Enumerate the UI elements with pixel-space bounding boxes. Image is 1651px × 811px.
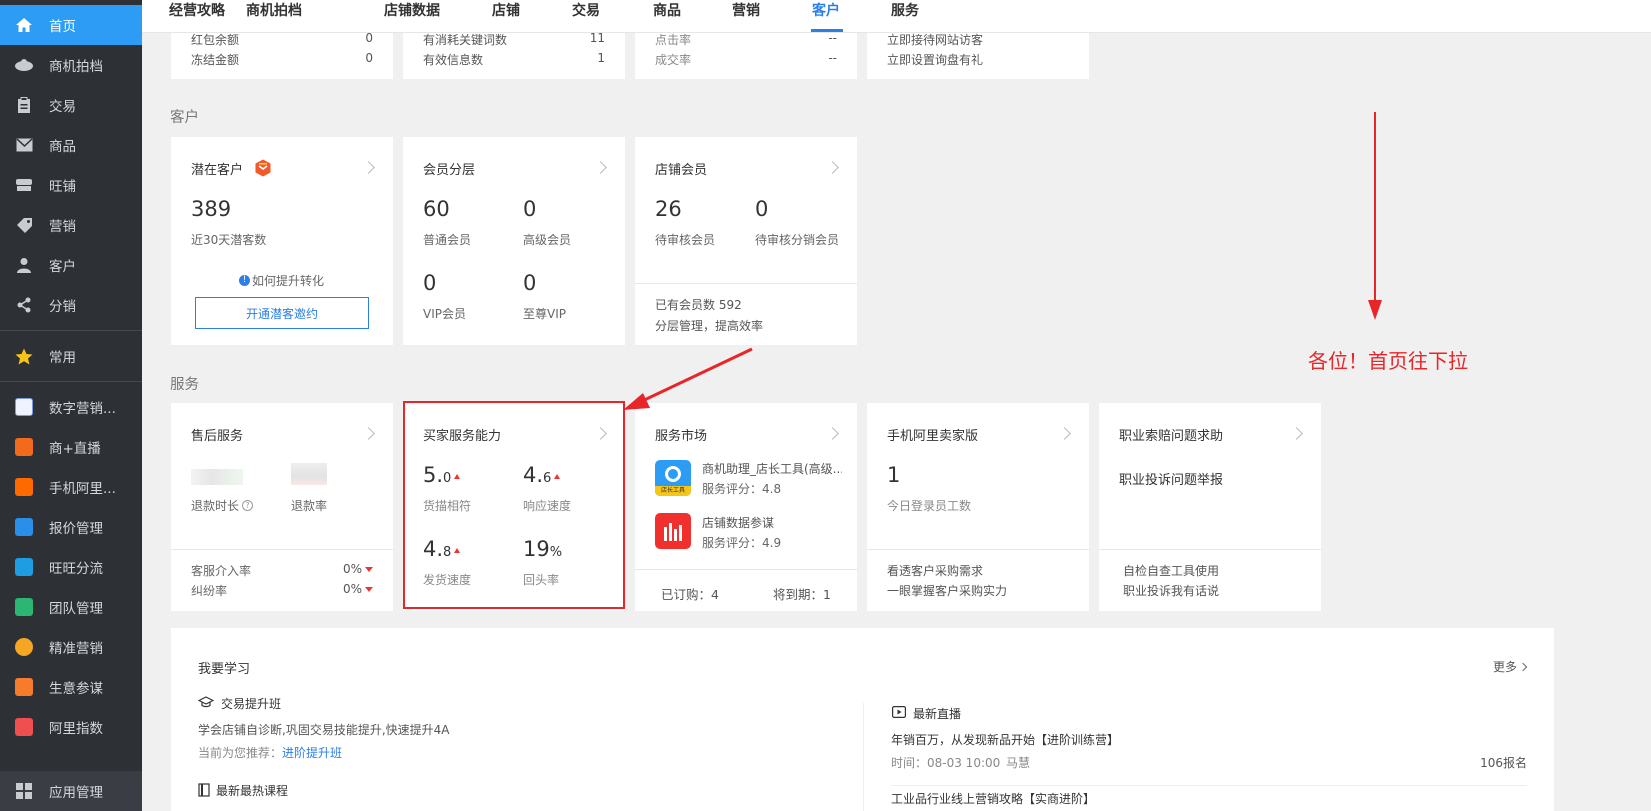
down-arrow-head: [1368, 300, 1382, 320]
left-arrow-head: [623, 393, 650, 410]
left-arrow-line: [637, 347, 753, 405]
annotation-arrows: [623, 112, 1382, 410]
annotation-text: 各位！首页往下拉: [1308, 349, 1468, 373]
